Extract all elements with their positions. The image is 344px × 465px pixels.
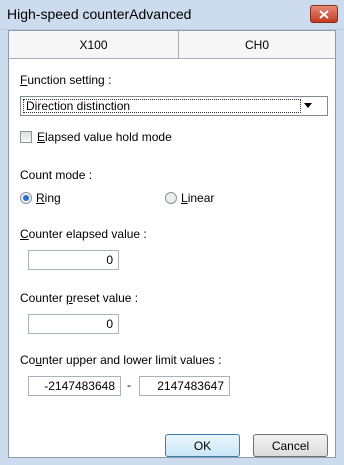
function-setting-label: Function setting : [20, 73, 112, 87]
cancel-button[interactable]: Cancel [253, 434, 328, 457]
counter-preset-label: Counter preset value : [20, 291, 139, 305]
radio-ring[interactable] [20, 192, 32, 204]
counter-elapsed-input[interactable]: 0 [28, 250, 119, 270]
radio-linear[interactable] [165, 192, 177, 204]
window-title: High-speed counterAdvanced [7, 6, 192, 22]
tab-ch0[interactable]: CH0 [179, 31, 335, 58]
ok-button[interactable]: OK [165, 434, 240, 457]
title-bar: High-speed counterAdvanced [0, 0, 344, 30]
radio-ring-label[interactable]: Ring [36, 191, 61, 205]
count-mode-label: Count mode : [20, 168, 93, 182]
counter-elapsed-label: Counter elapsed value : [20, 227, 147, 241]
counter-upper-limit-input[interactable]: 2147483647 [139, 376, 230, 396]
elapsed-value-hold-label[interactable]: Elapsed value hold mode [37, 130, 172, 144]
tab-bar: X100 CH0 [9, 31, 335, 59]
counter-preset-input[interactable]: 0 [28, 314, 119, 334]
elapsed-value-hold-checkbox[interactable] [20, 131, 32, 143]
limit-separator: - [127, 378, 131, 392]
function-setting-selected-value: Direction distinction [23, 99, 301, 113]
close-button[interactable] [310, 5, 338, 23]
radio-linear-label[interactable]: Linear [181, 191, 214, 205]
counter-limits-label: Counter upper and lower limit values : [20, 353, 222, 367]
counter-lower-limit-input[interactable]: -2147483648 [28, 376, 121, 396]
close-icon [319, 9, 329, 19]
chevron-down-icon[interactable] [304, 103, 312, 108]
function-setting-select[interactable]: Direction distinction [20, 96, 328, 116]
tab-x100[interactable]: X100 [9, 31, 179, 58]
